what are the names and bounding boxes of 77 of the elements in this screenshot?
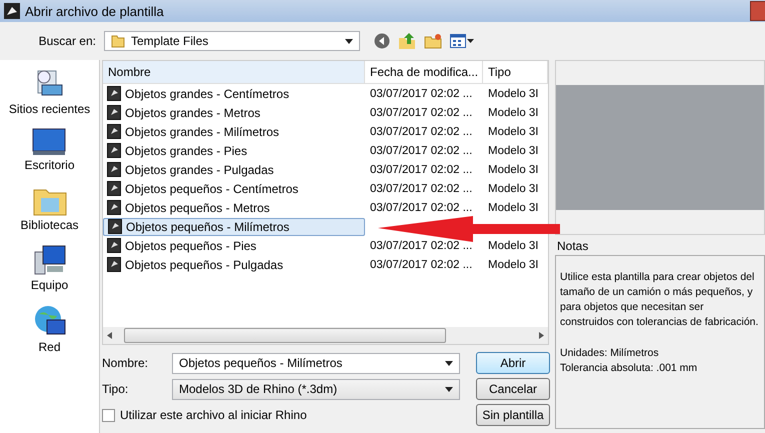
date-cell-text: 03/07/2017 02:02 ... — [369, 164, 474, 176]
sidebar-item[interactable]: Escritorio — [24, 158, 74, 172]
horizontal-scrollbar[interactable] — [103, 327, 548, 344]
no-template-button[interactable]: Sin plantilla — [476, 404, 550, 426]
type-cell-text: Modelo 3I — [487, 88, 540, 100]
type-cell-text: Modelo 3I — [487, 106, 540, 118]
cancel-button[interactable]: Cancelar — [476, 378, 550, 400]
file-icon — [107, 143, 121, 158]
tolerance-text: Tolerancia absoluta: .001 mm — [560, 361, 698, 376]
file-icon — [107, 86, 121, 101]
column-header[interactable]: Tipo — [483, 61, 548, 83]
file-icon — [107, 105, 121, 120]
file-name-label: Nombre: — [102, 356, 150, 370]
look-in-dropdown[interactable]: Template Files — [104, 31, 360, 51]
checkbox-label: Utilizar este archivo al iniciar Rhino — [120, 408, 307, 422]
scroll-right-icon[interactable] — [539, 332, 544, 339]
type-cell-text: Modelo 3I — [487, 144, 540, 156]
units-text: Unidades: Milímetros — [560, 346, 660, 361]
date-cell-text: 03/07/2017 02:02 ... — [369, 182, 474, 194]
date-cell-text: 03/07/2017 02:02 ... — [369, 126, 474, 138]
notes-label: Notas — [556, 238, 590, 255]
file-name-cell[interactable]: Objetos pequeños - Centímetros — [103, 180, 365, 198]
file-name-cell[interactable]: Objetos grandes - Pulgadas — [103, 160, 365, 178]
notes-text: Utilice esta plantilla para crear objetos del tamaño de un camión o más pequeños, y para objetos que necesitan ser construidos con tolerancias de fabricación. — [560, 270, 760, 330]
startup-checkbox[interactable] — [102, 408, 115, 422]
file-type-label: Tipo: — [102, 382, 130, 396]
file-icon — [107, 238, 121, 253]
column-header[interactable]: Fecha de modifica... — [365, 61, 483, 83]
file-icon — [107, 124, 121, 139]
window-title: Abrir archivo de plantilla — [25, 4, 164, 18]
type-cell-text: Modelo 3I — [487, 182, 540, 194]
file-name-field[interactable]: Objetos pequeños - Milímetros — [172, 352, 460, 374]
date-cell-text: 03/07/2017 02:02 ... — [369, 258, 474, 270]
folder-icon — [111, 34, 125, 48]
file-name-cell[interactable]: Objetos pequeños - Milímetros — [103, 218, 365, 236]
new-folder-icon[interactable] — [424, 33, 442, 49]
file-icon — [107, 181, 121, 196]
up-folder-icon[interactable] — [398, 32, 416, 50]
type-cell-text: Modelo 3I — [487, 126, 540, 138]
date-cell-text: 03/07/2017 02:02 ... — [369, 144, 474, 156]
file-type-dropdown[interactable]: Modelos 3D de Rhino (*.3dm) — [172, 378, 460, 400]
file-icon — [107, 200, 121, 215]
type-cell-text: Modelo 3I — [487, 240, 540, 252]
caret-icon — [445, 360, 453, 366]
type-cell-text: Modelo 3I — [487, 202, 540, 214]
app-icon — [4, 3, 20, 19]
open-button[interactable]: Abrir — [476, 352, 550, 374]
caret-icon — [445, 386, 453, 392]
type-cell-text: Modelo 3I — [487, 164, 540, 176]
caret-icon — [345, 38, 353, 44]
scroll-left-icon[interactable] — [107, 332, 112, 339]
date-cell-text: 03/07/2017 02:02 ... — [369, 88, 474, 100]
computer-icon — [32, 244, 66, 276]
view-menu-icon[interactable] — [450, 34, 474, 48]
sidebar-item[interactable]: Equipo — [30, 278, 68, 292]
close-button[interactable] — [750, 1, 765, 21]
sidebar-item[interactable]: Bibliotecas — [20, 218, 79, 232]
type-cell-text: Modelo 3I — [487, 258, 540, 270]
file-name-cell[interactable]: Objetos grandes - Pies — [103, 142, 365, 160]
file-icon — [108, 219, 122, 234]
sidebar-item[interactable]: Sitios recientes — [8, 102, 90, 116]
column-header[interactable]: Nombre — [103, 61, 365, 83]
back-icon[interactable] — [374, 33, 390, 49]
date-cell-text: 03/07/2017 02:02 ... — [369, 240, 474, 252]
file-name-cell[interactable]: Objetos grandes - Centímetros — [103, 84, 365, 102]
file-icon — [107, 162, 121, 177]
file-icon — [107, 257, 121, 272]
file-name-cell[interactable]: Objetos grandes - Metros — [103, 104, 365, 122]
look-in-label: Buscar en: — [38, 34, 97, 48]
date-cell-text: 03/07/2017 02:02 ... — [369, 106, 474, 118]
file-name-cell[interactable]: Objetos pequeños - Metros — [103, 198, 365, 216]
file-name-cell[interactable]: Objetos pequeños - Pulgadas — [103, 256, 365, 274]
file-name-cell[interactable]: Objetos grandes - Milímetros — [103, 122, 365, 140]
sidebar-item[interactable]: Red — [38, 340, 60, 354]
date-cell-text: 03/07/2017 02:02 ... — [369, 202, 474, 214]
desktop-icon — [32, 128, 66, 156]
file-name-cell[interactable]: Objetos pequeños - Pies — [103, 236, 365, 254]
